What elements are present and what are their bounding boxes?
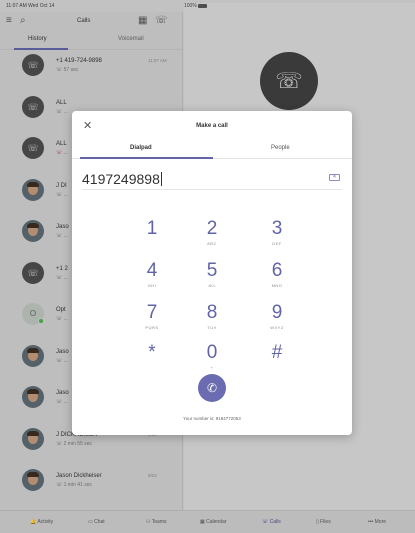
key-letters: MNO	[271, 283, 283, 288]
key-digit: *	[148, 342, 156, 363]
key-digit: 9	[271, 302, 283, 323]
key-digit: 4	[146, 260, 158, 281]
key-letters: GHI	[147, 283, 157, 288]
tab-people[interactable]: People	[271, 145, 290, 151]
dialog-tab-underline	[80, 157, 213, 159]
dialpad-key[interactable]: 0 +	[187, 343, 237, 370]
key-digit: 3	[271, 218, 283, 239]
key-letters: ABC	[207, 241, 217, 246]
dialpad-key[interactable]: 1	[127, 219, 177, 246]
key-letters	[127, 241, 177, 246]
key-letters: JKL	[207, 283, 217, 288]
dialpad-key[interactable]: 6 MNO	[252, 261, 302, 288]
tab-dialpad[interactable]: Dialpad	[130, 145, 152, 151]
phone-number-value: 4197249898	[82, 171, 160, 187]
number-underline	[82, 189, 342, 190]
key-letters: TUV	[207, 325, 217, 330]
call-button[interactable]: ✆	[198, 374, 226, 402]
dialog-title: Make a call	[196, 123, 228, 129]
your-number-text: Your number is: 9194772063	[183, 416, 241, 421]
key-digit: 0	[206, 342, 218, 363]
dialpad-key[interactable]: 2 ABC	[187, 219, 237, 246]
key-letters	[252, 365, 302, 370]
backspace-icon[interactable]: ✕	[329, 174, 340, 181]
dialpad-key[interactable]: *	[127, 343, 177, 370]
dialpad-key[interactable]: 4 GHI	[127, 261, 177, 288]
dialpad-key[interactable]: 8 TUV	[187, 303, 237, 330]
key-letters: DEF	[272, 241, 282, 246]
key-letters: PQRS	[145, 325, 159, 330]
key-digit: #	[271, 342, 283, 363]
key-letters	[127, 365, 177, 370]
dialpad-key[interactable]: 3 DEF	[252, 219, 302, 246]
key-letters: WXYZ	[270, 325, 284, 330]
key-digit: 6	[271, 260, 283, 281]
dialpad-key[interactable]: 9 WXYZ	[252, 303, 302, 330]
dialpad-key[interactable]: #	[252, 343, 302, 370]
key-digit: 5	[206, 260, 218, 281]
make-call-dialog: ✕ Make a call Dialpad People 4197249898 …	[72, 111, 352, 435]
dialpad-key[interactable]: 5 JKL	[187, 261, 237, 288]
phone-number-input[interactable]: 4197249898	[82, 171, 162, 187]
key-digit: 2	[206, 218, 218, 239]
key-digit: 1	[146, 218, 158, 239]
dialpad-key[interactable]: 7 PQRS	[127, 303, 177, 330]
key-digit: 7	[146, 302, 158, 323]
key-digit: 8	[206, 302, 218, 323]
text-caret	[160, 172, 162, 186]
key-letters: +	[210, 365, 214, 370]
